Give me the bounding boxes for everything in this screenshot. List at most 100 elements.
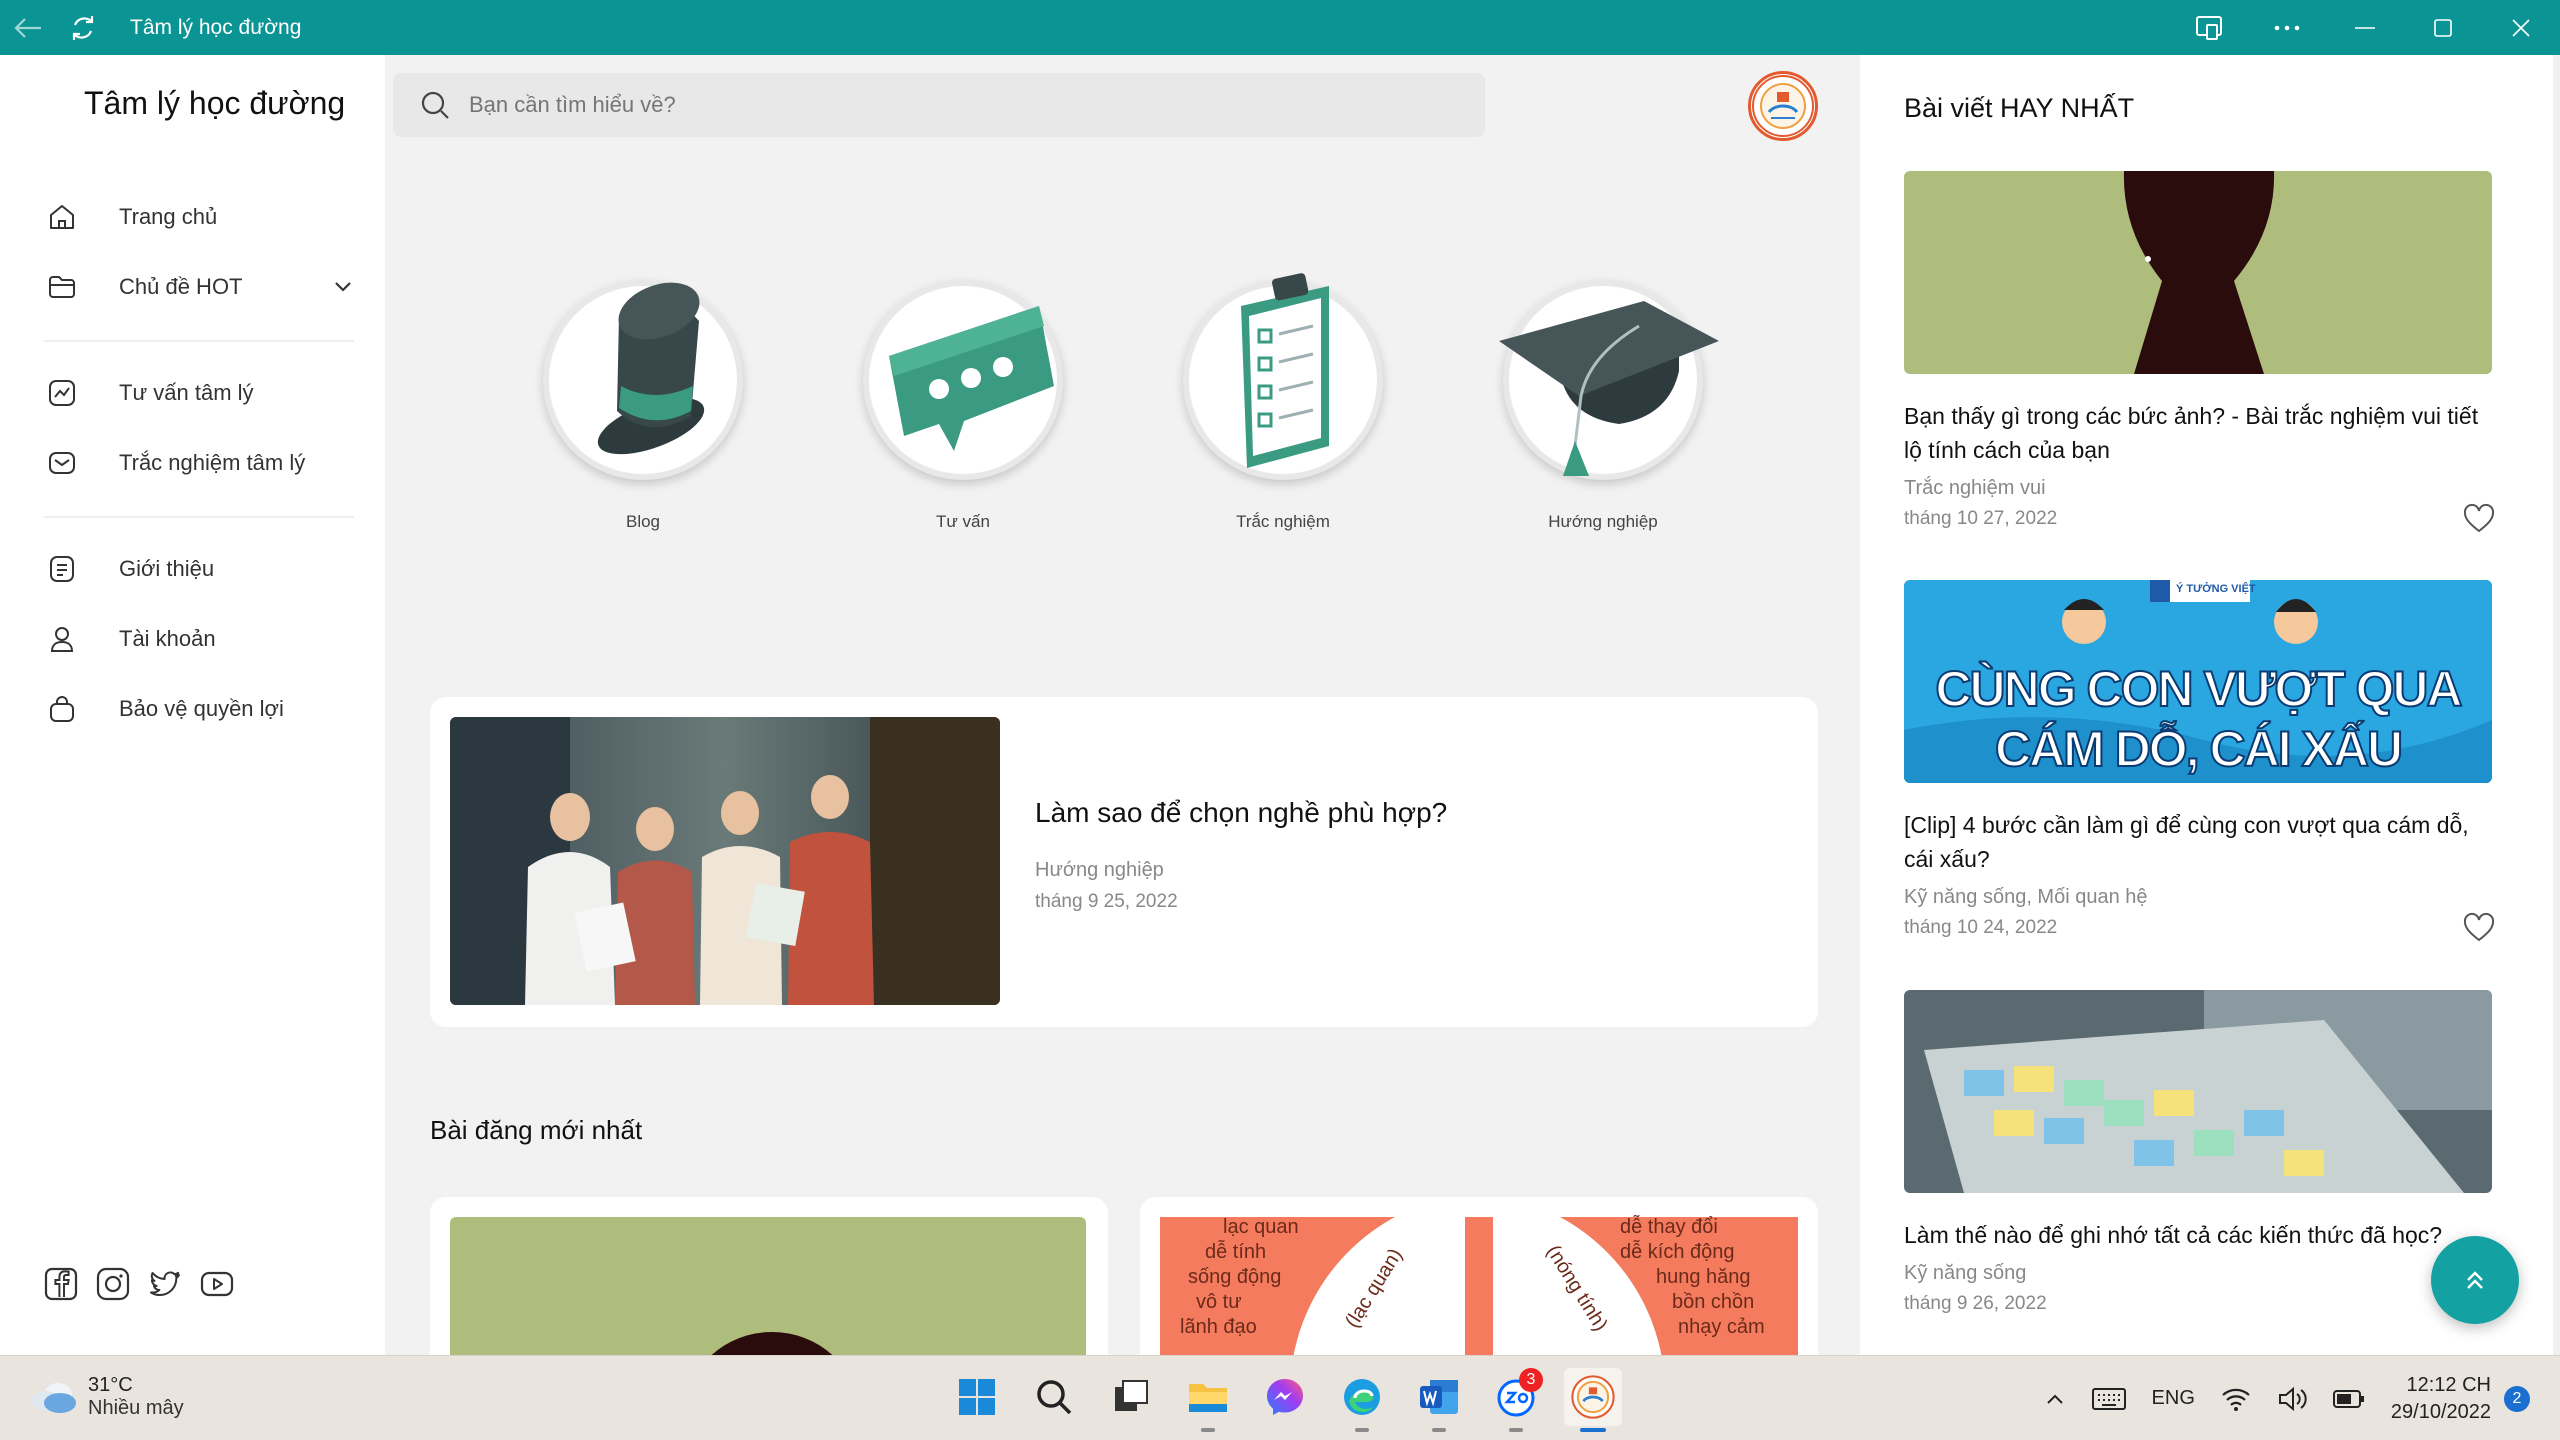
best-post-image[interactable]	[1904, 171, 2492, 374]
clipboard-icon	[1241, 273, 1329, 468]
category-circle	[1499, 280, 1719, 480]
best-post-card[interactable]: Làm thế nào để ghi nhớ tất cả các kiến t…	[1904, 990, 2492, 1315]
latest-post-card[interactable]	[430, 1197, 1108, 1355]
main-content: Blog Tư vấn	[385, 55, 1860, 1355]
facebook-icon[interactable]	[44, 1267, 78, 1301]
minimize-icon	[2355, 26, 2375, 29]
best-post-category[interactable]: Kỹ năng sống	[1904, 1262, 2492, 1285]
edge-browser-button[interactable]	[1333, 1368, 1391, 1432]
brand-title[interactable]: Tâm lý học đường	[84, 85, 345, 122]
category-counseling[interactable]: Tư vấn	[848, 280, 1078, 532]
sidebar-item-account[interactable]: Tài khoản	[44, 614, 354, 664]
graduation-cap-icon	[1499, 301, 1719, 476]
word-button[interactable]	[1410, 1368, 1468, 1432]
minimize-button[interactable]	[2326, 0, 2404, 55]
taskbar-search-button[interactable]	[1025, 1368, 1083, 1426]
banner-heading: CÙNG CON VƯỢT QUA	[1934, 660, 2463, 718]
trait-text: nhạy cảm	[1678, 1316, 1765, 1338]
avatar[interactable]	[1748, 71, 1818, 141]
category-circle	[1183, 273, 1383, 480]
best-post-image[interactable]	[1904, 990, 2492, 1193]
heart-icon[interactable]	[2462, 502, 2496, 534]
trait-text: hung hăng	[1656, 1266, 1751, 1288]
document-icon	[44, 551, 80, 587]
messenger-button[interactable]	[1256, 1368, 1314, 1426]
edge-icon	[1344, 1379, 1380, 1415]
best-post-title[interactable]: Bạn thấy gì trong các bức ảnh? - Bài trắ…	[1904, 399, 2494, 467]
running-indicator	[1432, 1428, 1446, 1432]
volume-icon[interactable]	[2277, 1386, 2307, 1412]
system-tray: ENG 12:12 CH 29/10/2022 2	[2031, 1356, 2560, 1440]
clock-time: 12:12 CH	[2406, 1373, 2492, 1396]
category-career[interactable]: Hướng nghiệp	[1488, 280, 1719, 532]
running-indicator	[1201, 1428, 1215, 1432]
search-input[interactable]	[469, 92, 1369, 118]
file-explorer-button[interactable]	[1179, 1368, 1237, 1432]
sidebar-item-label: Chủ đề HOT	[119, 274, 243, 299]
heart-icon[interactable]	[2462, 911, 2496, 943]
sidebar-item-home[interactable]: Trang chủ	[44, 192, 354, 242]
best-post-title[interactable]: [Clip] 4 bước cần làm gì để cùng con vượ…	[1904, 808, 2494, 876]
sidebar-item-label: Bảo vệ quyền lợi	[119, 696, 284, 721]
sidebar-item-counseling[interactable]: Tư vấn tâm lý	[44, 368, 354, 418]
folder-icon	[44, 269, 80, 305]
school-app-button[interactable]	[1564, 1368, 1622, 1432]
best-post-category[interactable]: Trắc nghiệm vui	[1904, 477, 2492, 500]
featured-post-title[interactable]: Làm sao để chọn nghề phù hợp?	[1035, 797, 1447, 829]
unread-badge: 3	[1519, 1368, 1543, 1392]
best-post-card[interactable]: Bạn thấy gì trong các bức ảnh? - Bài trắ…	[1904, 171, 2495, 533]
clock[interactable]: 12:12 CH 29/10/2022	[2391, 1372, 2491, 1426]
best-post-date: tháng 10 27, 2022	[1904, 508, 2058, 529]
trait-text: vô tư	[1196, 1291, 1242, 1313]
category-circle	[543, 280, 743, 480]
best-post-image[interactable]: Ý TƯỞNG VIỆT CÙNG CON VƯỢT QUA CÁM DỖ, C…	[1904, 580, 2492, 783]
latest-post-card[interactable]: lạc quan dễ tính sống động vô tư lãnh đạ…	[1140, 1197, 1818, 1355]
running-indicator	[1580, 1428, 1606, 1432]
sidebar-item-tests[interactable]: Trắc nghiệm tâm lý	[44, 438, 354, 488]
sidebar-divider	[44, 516, 354, 518]
sidebar-item-rights[interactable]: Bảo vệ quyền lợi	[44, 684, 354, 734]
maximize-button[interactable]	[2404, 0, 2482, 55]
close-button[interactable]	[2482, 0, 2560, 55]
instagram-icon[interactable]	[96, 1267, 130, 1301]
best-post-card[interactable]: Ý TƯỞNG VIỆT CÙNG CON VƯỢT QUA CÁM DỖ, C…	[1904, 580, 2495, 942]
back-button[interactable]	[0, 0, 55, 55]
best-post-title[interactable]: Làm thế nào để ghi nhớ tất cả các kiến t…	[1904, 1218, 2494, 1252]
home-icon	[44, 199, 80, 235]
battery-icon[interactable]	[2332, 1389, 2365, 1409]
wifi-icon[interactable]	[2221, 1387, 2251, 1411]
weather-widget[interactable]: 31°C Nhiều mây	[28, 1374, 184, 1420]
youtube-icon[interactable]	[200, 1267, 234, 1301]
weather-temp: 31°C	[88, 1374, 133, 1396]
featured-post-card[interactable]: Làm sao để chọn nghề phù hợp? Hướng nghi…	[430, 697, 1818, 1027]
category-blog[interactable]: Blog	[528, 280, 758, 532]
trait-text: bồn chồn	[1672, 1291, 1755, 1313]
scrollbar[interactable]	[2553, 55, 2560, 1355]
input-language[interactable]: ENG	[2152, 1387, 2195, 1410]
sidebar-item-about[interactable]: Giới thiệu	[44, 544, 354, 594]
cast-icon	[2196, 15, 2222, 40]
social-links	[44, 1267, 234, 1301]
featured-post-image[interactable]	[450, 717, 1000, 1005]
featured-post-category[interactable]: Hướng nghiệp	[1035, 859, 1164, 882]
more-button[interactable]	[2248, 0, 2326, 55]
user-icon	[44, 621, 80, 657]
twitter-icon[interactable]	[148, 1267, 182, 1301]
refresh-button[interactable]	[55, 0, 110, 55]
sidebar-item-hot-topics[interactable]: Chủ đề HOT	[44, 262, 354, 312]
best-post-category[interactable]: Kỹ năng sống, Mối quan hệ	[1904, 886, 2492, 909]
keyboard-icon[interactable]	[2091, 1387, 2126, 1411]
task-view-button[interactable]	[1102, 1368, 1160, 1426]
bag-icon	[44, 691, 80, 727]
school-logo-icon	[1571, 1375, 1615, 1419]
category-tests[interactable]: Trắc nghiệm	[1168, 273, 1398, 532]
scroll-to-top-button[interactable]	[2431, 1236, 2519, 1324]
cast-button[interactable]	[2170, 0, 2248, 55]
chart-icon	[44, 375, 80, 411]
notification-badge[interactable]: 2	[2504, 1385, 2530, 1412]
chevron-down-icon[interactable]	[332, 275, 354, 297]
search-bar[interactable]	[393, 73, 1485, 137]
start-button[interactable]	[948, 1368, 1006, 1426]
chevron-up-icon[interactable]	[2044, 1388, 2066, 1410]
zalo-button[interactable]: 3	[1487, 1368, 1545, 1432]
